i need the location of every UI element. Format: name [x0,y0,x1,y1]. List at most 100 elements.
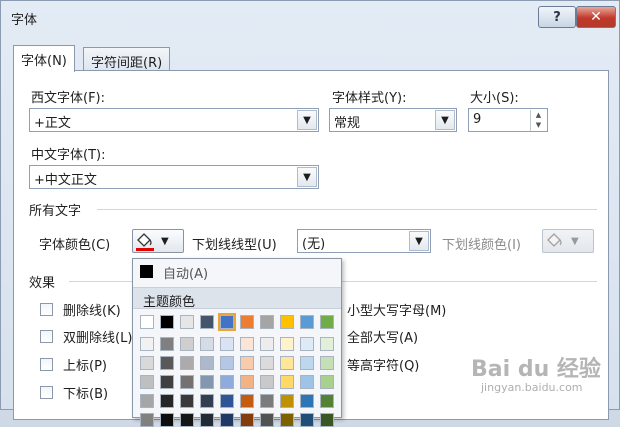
shade-color-swatch[interactable] [280,394,294,408]
theme-color-swatch[interactable] [200,315,214,329]
shade-color-swatch[interactable] [280,356,294,370]
shade-color-swatch[interactable] [240,375,254,389]
shade-color-swatch[interactable] [240,394,254,408]
chevron-down-icon[interactable]: ▼ [297,110,317,130]
shade-color-swatch[interactable] [140,375,154,389]
theme-color-swatch[interactable] [140,315,154,329]
theme-color-swatch[interactable] [240,315,254,329]
spin-down-icon[interactable]: ▼ [531,120,546,130]
double-strikethrough-checkbox[interactable] [40,330,53,343]
shade-color-swatch[interactable] [320,394,334,408]
shade-color-swatch[interactable] [140,356,154,370]
shade-color-swatch[interactable] [180,375,194,389]
shade-color-swatch[interactable] [180,413,194,427]
shade-color-swatch[interactable] [220,356,234,370]
underline-style-label: 下划线线型(U) [192,238,277,253]
shade-color-swatch[interactable] [260,413,274,427]
shade-color-swatch[interactable] [220,413,234,427]
shade-color-swatch[interactable] [180,356,194,370]
shade-color-swatch[interactable] [240,356,254,370]
asian-font-combo[interactable]: +中文正文 ▼ [29,165,319,189]
shade-color-swatch[interactable] [320,375,334,389]
spin-up-icon[interactable]: ▲ [531,110,546,120]
theme-color-swatch[interactable] [320,315,334,329]
shade-color-swatch[interactable] [300,375,314,389]
chevron-down-icon[interactable]: ▼ [435,110,455,130]
help-button[interactable]: ? [538,6,576,28]
subscript-checkbox[interactable] [40,386,53,399]
equalize-height-label: 等高字符(Q) [347,359,420,374]
shade-color-swatch[interactable] [260,337,274,351]
shade-color-swatch[interactable] [200,394,214,408]
shade-color-swatch[interactable] [300,356,314,370]
shade-color-swatch[interactable] [260,394,274,408]
underline-style-combo[interactable]: (无) ▼ [297,229,431,253]
chevron-down-icon[interactable]: ▼ [409,231,429,251]
shade-color-swatch[interactable] [140,413,154,427]
theme-color-swatch[interactable] [160,315,174,329]
paint-bucket-icon [547,233,562,247]
shade-color-swatch[interactable] [180,337,194,351]
shade-color-swatch[interactable] [320,337,334,351]
latin-font-combo[interactable]: +正文 ▼ [29,108,319,132]
size-spin-buttons[interactable]: ▲ ▼ [530,110,546,131]
font-style-label: 字体样式(Y): [332,91,407,106]
auto-color-option[interactable]: 自动(A) [135,261,339,283]
theme-color-swatch[interactable] [280,315,294,329]
shade-color-swatch[interactable] [300,394,314,408]
shade-color-swatch[interactable] [320,356,334,370]
shade-color-swatch[interactable] [140,394,154,408]
theme-color-swatch[interactable] [300,315,314,329]
shade-color-swatch[interactable] [200,356,214,370]
chevron-down-icon[interactable]: ▼ [161,236,169,247]
watermark-logo: Bai du 经验 [471,357,601,382]
tab-font[interactable]: 字体(N) [13,45,75,72]
theme-color-swatch[interactable] [218,313,236,331]
font-dialog: 字体 ? ✕ 字体(N) 字符间距(R) 西文字体(F): +正文 ▼ 字体样式… [0,0,620,427]
shade-color-swatch[interactable] [180,394,194,408]
shade-color-swatch[interactable] [220,394,234,408]
shade-color-swatch[interactable] [260,356,274,370]
shade-color-swatch[interactable] [320,413,334,427]
auto-color-swatch [140,265,153,278]
shade-color-swatch[interactable] [160,394,174,408]
shade-color-swatch[interactable] [300,413,314,427]
font-color-button[interactable]: ▼ [132,229,184,253]
all-caps-label: 全部大写(A) [347,331,419,346]
shade-color-swatch[interactable] [160,413,174,427]
theme-color-swatch[interactable] [180,315,194,329]
shade-color-swatch[interactable] [200,375,214,389]
chevron-down-icon[interactable]: ▼ [571,236,579,247]
underline-style-value: (无) [302,237,326,252]
shade-color-swatch[interactable] [220,337,234,351]
tab-character-spacing[interactable]: 字符间距(R) [83,47,171,71]
shade-color-swatch[interactable] [200,337,214,351]
underline-color-button[interactable]: ▼ [542,229,594,253]
shade-color-swatch[interactable] [160,337,174,351]
chevron-down-icon[interactable]: ▼ [297,167,317,187]
size-label: 大小(S): [470,91,519,106]
shade-color-swatch[interactable] [160,375,174,389]
shade-color-swatch[interactable] [140,337,154,351]
shade-color-swatch[interactable] [220,375,234,389]
size-spinner[interactable]: 9 ▲ ▼ [468,108,548,132]
theme-color-swatch[interactable] [260,315,274,329]
font-style-combo[interactable]: 常规 ▼ [329,108,457,132]
shade-color-swatch[interactable] [200,413,214,427]
close-button[interactable]: ✕ [576,6,616,28]
font-color-label: 字体颜色(C) [39,238,111,253]
theme-colors-label: 主题颜色 [143,295,196,310]
asian-font-value: +中文正文 [34,173,97,188]
auto-color-label: 自动(A) [163,267,209,282]
strikethrough-checkbox[interactable] [40,303,53,316]
asian-font-label: 中文字体(T): [31,148,106,163]
shade-color-swatch[interactable] [160,356,174,370]
shade-color-swatch[interactable] [280,375,294,389]
shade-color-swatch[interactable] [260,375,274,389]
shade-color-swatch[interactable] [240,413,254,427]
shade-color-swatch[interactable] [280,337,294,351]
shade-color-swatch[interactable] [300,337,314,351]
shade-color-swatch[interactable] [280,413,294,427]
shade-color-swatch[interactable] [240,337,254,351]
superscript-checkbox[interactable] [40,358,53,371]
